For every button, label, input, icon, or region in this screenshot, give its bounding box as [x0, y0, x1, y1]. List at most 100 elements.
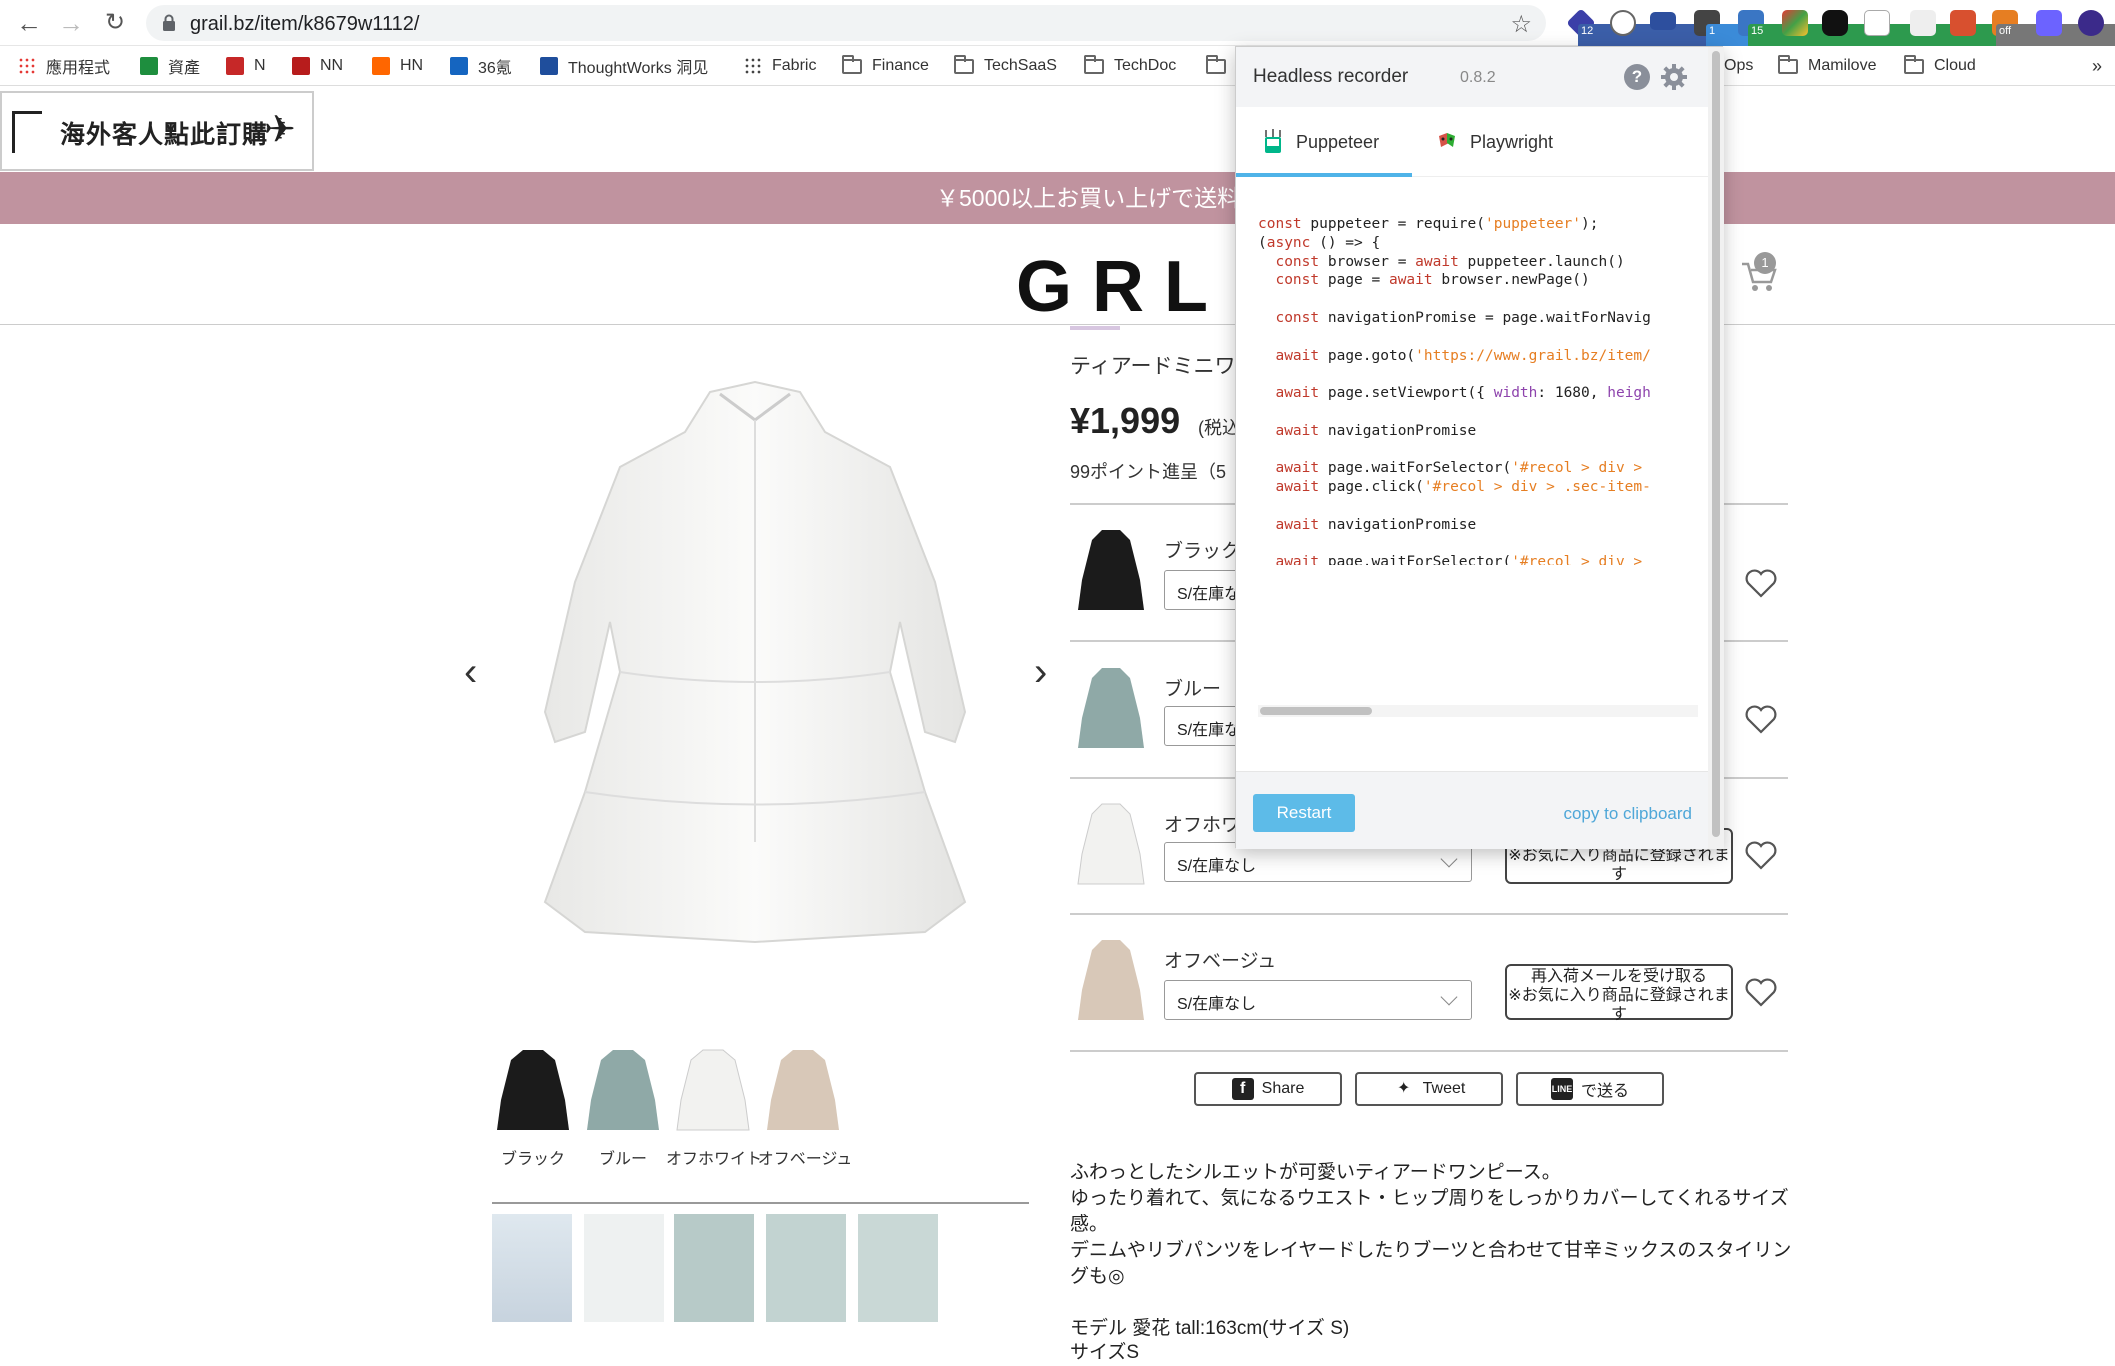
bookmark-thoughtworks[interactable]: ThoughtWorks 洞见: [540, 55, 708, 77]
grl-mark-icon: [12, 111, 42, 153]
thumb-blue[interactable]: [577, 1046, 669, 1138]
variant-thumb-blue[interactable]: [1072, 664, 1150, 756]
markdown-extension-icon[interactable]: [1864, 10, 1890, 36]
copy-to-clipboard-link[interactable]: copy to clipboard: [1563, 804, 1692, 824]
thumb-offbeige[interactable]: [757, 1046, 849, 1138]
bookmark-folder-ops[interactable]: Ops: [1724, 55, 1753, 77]
variant-name: オフホワ: [1164, 815, 1241, 836]
popup-footer: Restart copy to clipboard: [1236, 771, 1708, 849]
favorite-heart-icon[interactable]: [1744, 566, 1778, 600]
lock-icon: [163, 14, 175, 31]
twitter-bird-icon: ✦: [1396, 1080, 1411, 1097]
bookmark-hn[interactable]: HN: [372, 55, 423, 77]
bookmark-folder-techdoc[interactable]: TechDoc: [1084, 54, 1176, 77]
bookmark-folder-hidden[interactable]: [1206, 54, 1236, 77]
promo-banner[interactable]: ￥5000以上お買い上げで送料: [0, 172, 2115, 224]
tab-puppeteer[interactable]: Puppeteer: [1262, 107, 1379, 177]
favorite-heart-icon[interactable]: [1744, 975, 1778, 1009]
code-line: await page.setViewport({ width: 1680, he…: [1275, 385, 1651, 402]
brand-logo[interactable]: GRL: [1016, 246, 1228, 328]
popup-vertical-scrollbar[interactable]: [1708, 47, 1724, 849]
help-icon[interactable]: ?: [1624, 64, 1650, 90]
tab-playwright[interactable]: Playwright: [1436, 107, 1553, 177]
extension-icon[interactable]: [1910, 10, 1936, 36]
facebook-share-button[interactable]: f Share: [1194, 1072, 1342, 1106]
browser-toolbar: ← → ↻ grail.bz/item/k8679w1112/ ☆ 12 1 1…: [0, 0, 2115, 51]
extension-icon[interactable]: [1610, 10, 1636, 36]
thumb-label: オフホワイト: [666, 1151, 763, 1168]
prev-image-arrow-icon[interactable]: ‹: [464, 650, 477, 695]
extension-icon[interactable]: [1650, 12, 1676, 30]
thumb-label: ブラック: [500, 1151, 565, 1168]
restart-button[interactable]: Restart: [1253, 794, 1355, 832]
overseas-order-label: 海外客人點此訂購: [60, 121, 269, 149]
bookmark-36kr[interactable]: 36氪: [450, 55, 512, 77]
reload-icon[interactable]: ↻: [100, 8, 130, 38]
extension-icon[interactable]: [2036, 10, 2062, 36]
gear-icon[interactable]: [1660, 63, 1688, 91]
bookmark-folder-finance[interactable]: Finance: [842, 54, 929, 77]
accent-bar: [1070, 326, 1120, 330]
forward-arrow-icon[interactable]: →: [56, 8, 86, 38]
bookmark-n[interactable]: N: [226, 55, 266, 77]
overseas-order-banner[interactable]: 海外客人點此訂購 ✈: [0, 91, 314, 171]
address-bar[interactable]: grail.bz/item/k8679w1112/ ☆: [146, 5, 1546, 41]
line-send-button[interactable]: LINE で送る: [1516, 1072, 1664, 1106]
url-text[interactable]: grail.bz/item/k8679w1112/: [190, 13, 419, 36]
next-image-arrow-icon[interactable]: ›: [1034, 650, 1047, 695]
line-icon: LINE: [1550, 1078, 1573, 1100]
folder-icon: [1778, 54, 1798, 74]
bookmark-folder-techsaas[interactable]: TechSaaS: [954, 54, 1057, 77]
back-arrow-icon[interactable]: ←: [14, 8, 44, 38]
description-line: デニムやリブパンツをレイヤードしたりブーツと合わせて甘辛ミックスのスタイリン: [1070, 1240, 1792, 1261]
favorite-heart-icon[interactable]: [1744, 702, 1778, 736]
code-horizontal-scrollbar[interactable]: [1258, 705, 1698, 717]
extension-icon[interactable]: [1822, 10, 1848, 36]
bookmark-nn[interactable]: NN: [292, 55, 343, 77]
extension-icon[interactable]: [1950, 10, 1976, 36]
popup-tabs: Puppeteer Playwright: [1236, 107, 1708, 177]
variant-thumb-offwhite[interactable]: [1072, 800, 1150, 892]
favorite-heart-icon[interactable]: [1744, 838, 1778, 872]
size-select[interactable]: S/在庫なし: [1164, 980, 1472, 1020]
detail-photo[interactable]: [766, 1214, 846, 1322]
bookmark-folder-mamilove[interactable]: Mamilove: [1778, 54, 1876, 77]
variant-thumb-offbeige[interactable]: [1072, 936, 1150, 1028]
chevron-down-icon: [1440, 988, 1458, 1006]
scrollbar-thumb[interactable]: [1260, 707, 1372, 715]
twitter-tweet-button[interactable]: ✦ Tweet: [1355, 1072, 1503, 1106]
detail-photo[interactable]: [858, 1214, 938, 1322]
bookmark-star-icon[interactable]: ☆: [1510, 10, 1532, 39]
bookmark-folder-cloud[interactable]: Cloud: [1904, 54, 1976, 77]
product-title: ティアードミニワ: [1070, 355, 1236, 378]
extension-icon[interactable]: [1782, 10, 1808, 36]
bookmarks-overflow-icon[interactable]: »: [2092, 55, 2102, 77]
thumb-offwhite[interactable]: [667, 1046, 759, 1138]
variant-thumb-black[interactable]: [1072, 526, 1150, 618]
code-line: const browser = await puppeteer.launch(): [1275, 253, 1625, 270]
thumb-black[interactable]: [487, 1046, 579, 1138]
bookmark-fabric[interactable]: Fabric: [744, 55, 816, 77]
variant-name: ブルー: [1164, 679, 1222, 700]
model-photo[interactable]: [492, 1214, 572, 1322]
product-main-image[interactable]: [495, 372, 1015, 972]
generated-code-block[interactable]: const puppeteer = require('puppeteer'); (…: [1258, 215, 1698, 565]
airplane-icon: ✈: [264, 109, 296, 151]
bookmark-apps[interactable]: 應用程式: [18, 55, 110, 77]
code-line: await page.waitForSelector('#recol > div…: [1275, 554, 1651, 565]
bookmark-sheets[interactable]: 資產: [140, 55, 200, 77]
restock-email-button[interactable]: 再入荷メールを受け取る ※お気に入り商品に登録されます: [1505, 964, 1733, 1023]
detail-photo[interactable]: [674, 1214, 754, 1322]
scrollbar-thumb[interactable]: [1712, 51, 1720, 837]
profile-avatar-icon[interactable]: [2078, 10, 2104, 36]
code-line: (async () => {: [1258, 234, 1381, 251]
bookmarks-bar: 應用程式 資產 N NN HN 36氪 ThoughtWorks 洞见 Fabr…: [0, 46, 2115, 86]
detail-photo[interactable]: [584, 1214, 664, 1322]
code-line: await navigationPromise: [1275, 516, 1477, 533]
n-icon: [226, 57, 244, 75]
popup-header: Headless recorder 0.8.2 ?: [1236, 47, 1708, 107]
product-price: ¥1,999: [1070, 400, 1181, 441]
